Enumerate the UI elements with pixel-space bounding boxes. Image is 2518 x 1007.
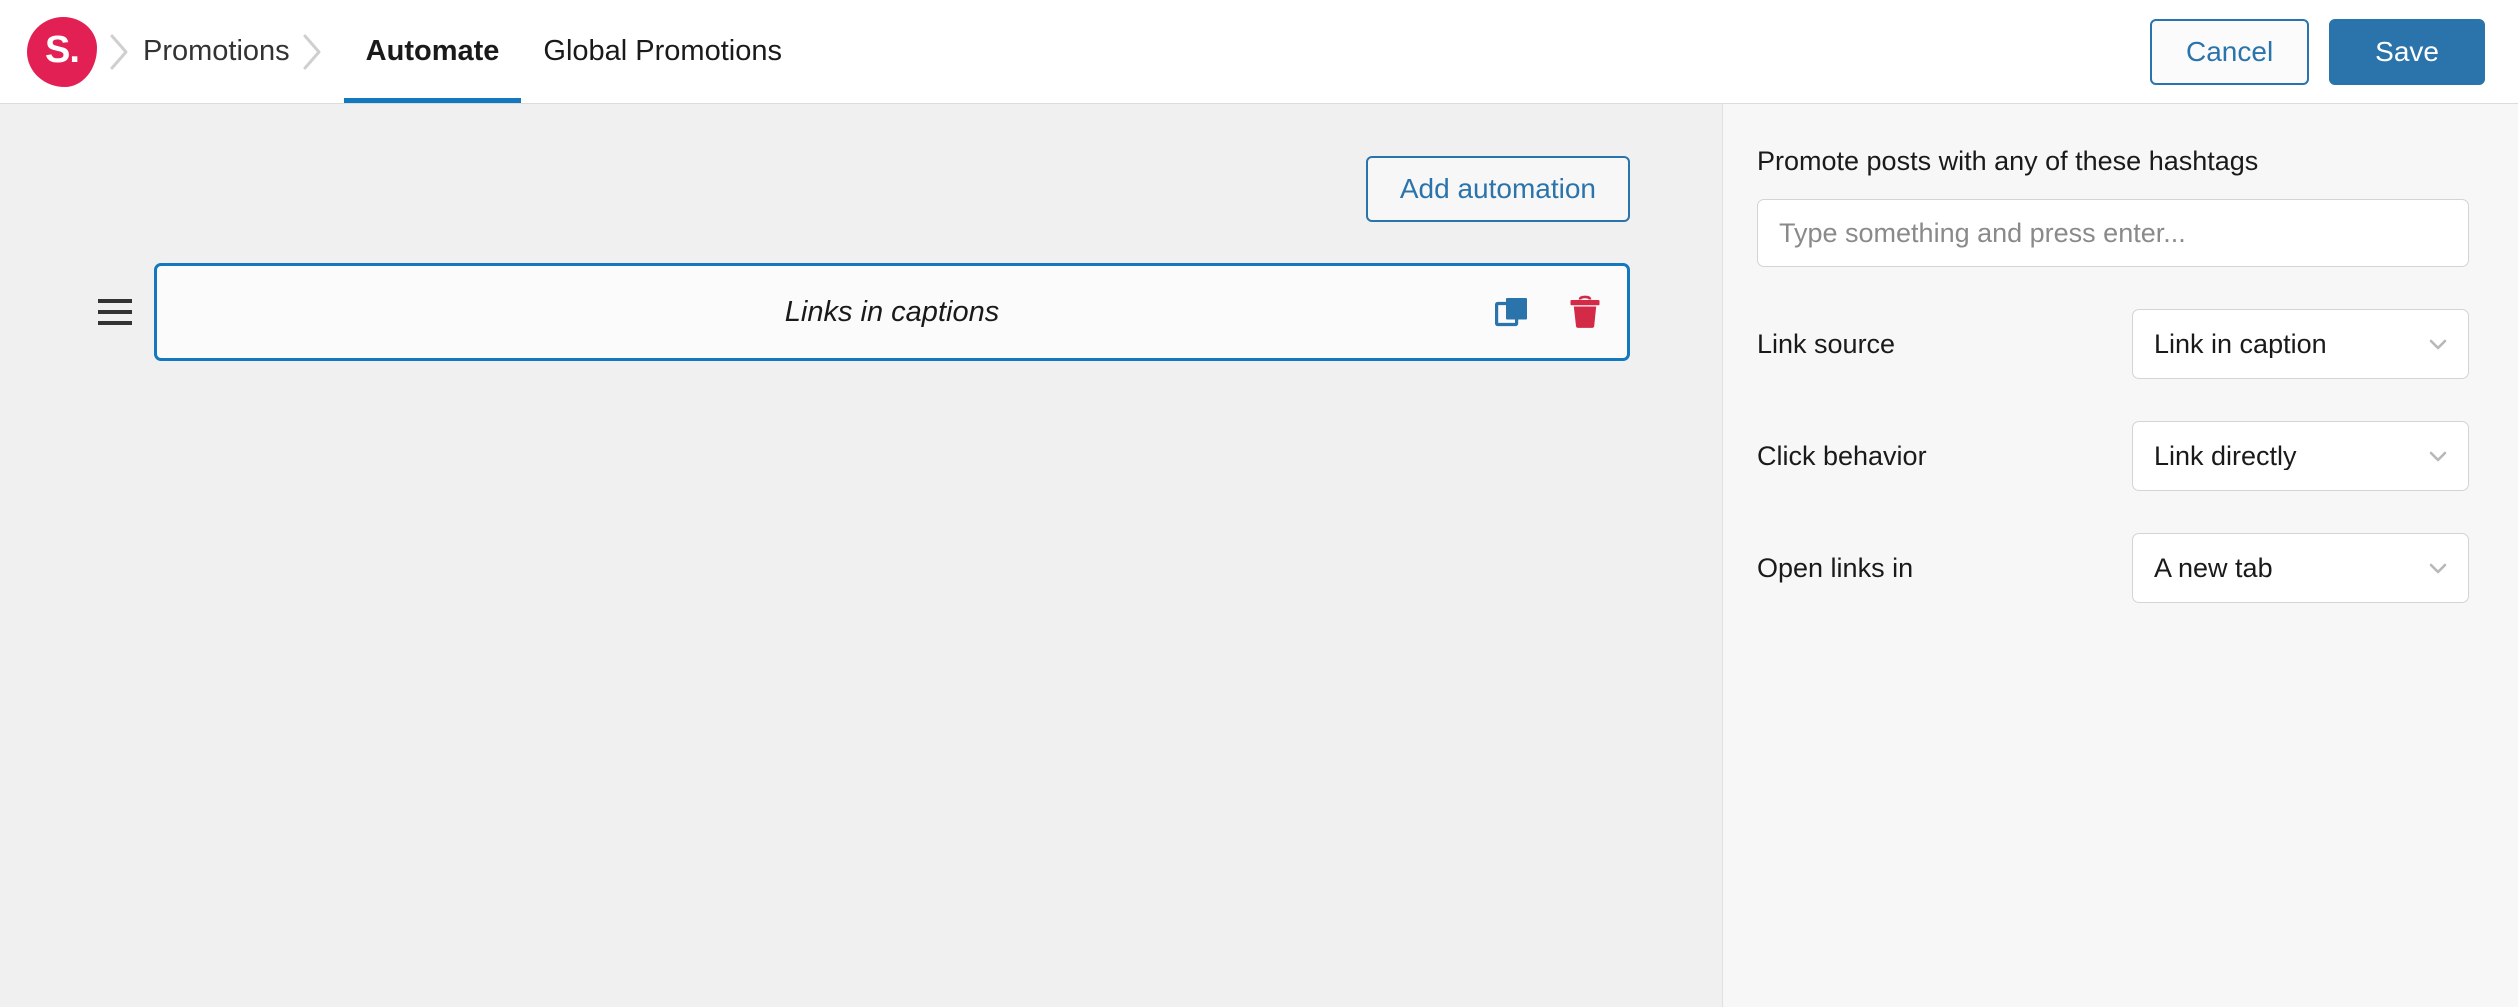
hashtags-input[interactable] bbox=[1757, 199, 2469, 267]
cancel-button[interactable]: Cancel bbox=[2150, 18, 2310, 85]
add-automation-button[interactable]: Add automation bbox=[1365, 156, 1630, 222]
trash-icon bbox=[1569, 295, 1601, 329]
automation-card[interactable]: Links in captions bbox=[154, 263, 1630, 361]
header-tabs: Automate Global Promotions bbox=[343, 0, 804, 103]
automation-list-item: Links in captions bbox=[0, 222, 1722, 361]
field-row-click-behavior: Click behavior Link directly bbox=[1757, 421, 2469, 491]
canvas-toolbar: Add automation bbox=[0, 104, 1722, 222]
field-row-open-links-in: Open links in A new tab bbox=[1757, 533, 2469, 603]
click-behavior-label: Click behavior bbox=[1757, 440, 1927, 471]
chevron-down-icon bbox=[2424, 554, 2452, 582]
app-header: S. Promotions Automate Global Promotions bbox=[0, 0, 2518, 104]
drag-handle-icon[interactable] bbox=[92, 299, 154, 325]
open-links-in-label: Open links in bbox=[1757, 552, 1914, 583]
tab-global-promotions[interactable]: Global Promotions bbox=[521, 0, 804, 103]
save-button-label: Save bbox=[2375, 35, 2439, 67]
click-behavior-value: Link directly bbox=[2154, 442, 2297, 470]
brand-logo[interactable]: S. bbox=[27, 16, 97, 87]
field-row-link-source: Link source Link in caption bbox=[1757, 309, 2469, 379]
chevron-down-icon bbox=[2424, 330, 2452, 358]
app-root: S. Promotions Automate Global Promotions bbox=[0, 0, 2518, 1007]
breadcrumb-separator-icon-2 bbox=[290, 32, 336, 72]
duplicate-button[interactable] bbox=[1495, 295, 1529, 329]
breadcrumb-separator-icon bbox=[97, 32, 143, 72]
cancel-button-label: Cancel bbox=[2186, 35, 2274, 67]
link-source-label: Link source bbox=[1757, 328, 1896, 359]
content-area: Add automation Links in captions Promote… bbox=[0, 104, 2518, 1007]
automation-card-title: Links in captions bbox=[784, 295, 1000, 328]
open-links-in-select[interactable]: A new tab bbox=[2132, 533, 2469, 603]
click-behavior-select[interactable]: Link directly bbox=[2132, 421, 2469, 491]
settings-panel: Promote posts with any of these hashtags… bbox=[1723, 104, 2518, 1007]
tab-automate[interactable]: Automate bbox=[343, 0, 522, 103]
automation-canvas: Add automation Links in captions bbox=[0, 104, 1723, 1007]
add-automation-label: Add automation bbox=[1399, 173, 1596, 204]
save-button[interactable]: Save bbox=[2329, 18, 2485, 85]
tab-automate-label: Automate bbox=[365, 35, 500, 67]
brand-logo-text: S. bbox=[45, 28, 80, 71]
link-source-select[interactable]: Link in caption bbox=[2132, 309, 2469, 379]
automation-card-actions bbox=[1495, 295, 1601, 329]
link-source-value: Link in caption bbox=[2154, 330, 2327, 358]
hashtags-label: Promote posts with any of these hashtags bbox=[1757, 146, 2259, 176]
header-actions: Cancel Save bbox=[2150, 18, 2485, 85]
breadcrumb-item-promotions[interactable]: Promotions bbox=[143, 37, 290, 66]
open-links-in-value: A new tab bbox=[2154, 554, 2273, 582]
copy-icon bbox=[1495, 295, 1529, 329]
tab-global-promotions-label: Global Promotions bbox=[543, 35, 782, 67]
delete-button[interactable] bbox=[1569, 295, 1601, 329]
chevron-down-icon bbox=[2424, 442, 2452, 470]
